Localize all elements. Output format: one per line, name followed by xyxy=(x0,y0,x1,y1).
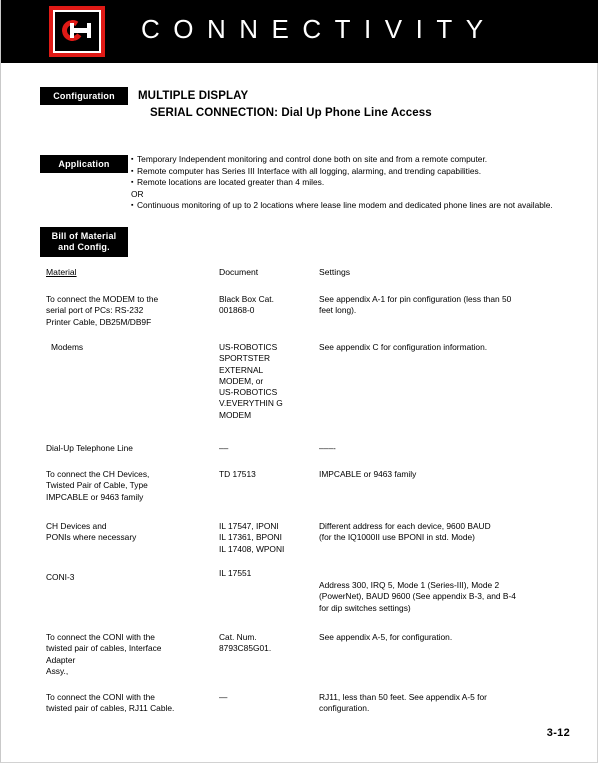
application-bullet: Remote locations are located greater tha… xyxy=(131,177,581,189)
configuration-title-line1: MULTIPLE DISPLAY xyxy=(138,90,249,102)
table-row: See appendix C for configuration informa… xyxy=(319,342,488,352)
table-row: CONI-3 xyxy=(46,572,75,582)
logo-inner-frame xyxy=(53,10,101,53)
application-bullet: Remote computer has Series III Interface… xyxy=(131,166,581,178)
table-row: To connect the MODEM to the serial port … xyxy=(46,294,159,327)
brand-title: CONNECTIVITY xyxy=(141,14,497,44)
application-bullet: Temporary Independent monitoring and con… xyxy=(131,154,581,166)
table-row: See appendix A-5, for configuration. xyxy=(319,632,453,642)
table-row: RJ11, less than 50 feet. See appendix A-… xyxy=(319,692,487,714)
table-row: US-ROBOTICS SPORTSTER EXTERNAL MODEM, or… xyxy=(219,342,283,420)
table-row: –––- xyxy=(319,443,336,453)
cutler-hammer-logo xyxy=(49,6,105,57)
section-tag-application: Application xyxy=(40,155,128,173)
table-row: To connect the CONI with the twisted pai… xyxy=(46,632,162,676)
table-row: Modems xyxy=(51,342,84,352)
table-row: Address 300, IRQ 5, Mode 1 (Series-III),… xyxy=(319,580,516,613)
table-row: Cat. Num. 8793C85G01. xyxy=(219,632,272,654)
column-header-material: Material xyxy=(46,267,77,277)
page-number: 3-12 xyxy=(546,727,570,739)
column-header-document: Document xyxy=(219,267,259,277)
table-row: To connect the CONI with the twisted pai… xyxy=(46,692,175,714)
application-bullet: Continuous monitoring of up to 2 locatio… xyxy=(131,200,581,212)
column-header-settings: Settings xyxy=(319,267,351,277)
logo-h-right-stem xyxy=(87,23,91,38)
table-row: See appendix A-1 for pin configuration (… xyxy=(319,294,512,316)
table-row: Different address for each device, 9600 … xyxy=(319,521,491,543)
configuration-heading: MULTIPLE DISPLAY SERIAL CONNECTION: Dial… xyxy=(138,88,432,122)
table-row: CH Devices and PONIs where necessary xyxy=(46,521,137,543)
application-body: Temporary Independent monitoring and con… xyxy=(131,154,581,212)
section-tag-bill-of-material: Bill of Material and Config. xyxy=(40,227,128,257)
bom-tag-line1: Bill of Material xyxy=(51,231,117,241)
table-row: –– xyxy=(219,443,229,453)
table-row: IMPCABLE or 9463 family xyxy=(319,469,417,479)
table-row: IL 17551 xyxy=(219,568,252,578)
configuration-title-line2: SERIAL CONNECTION: Dial Up Phone Line Ac… xyxy=(150,107,432,119)
application-separator: OR xyxy=(131,188,144,199)
table-row: Black Box Cat. 001868-0 xyxy=(219,294,274,316)
document-page: CONNECTIVITY Configuration MULTIPLE DISP… xyxy=(0,0,598,763)
table-row: IL 17547, IPONI IL 17361, BPONI IL 17408… xyxy=(219,521,285,554)
table-row: To connect the CH Devices, Twisted Pair … xyxy=(46,469,150,502)
table-row: Dial-Up Telephone Line xyxy=(46,443,133,453)
table-row: TD 17513 xyxy=(219,469,256,479)
section-tag-configuration: Configuration xyxy=(40,87,128,105)
page-header-band: CONNECTIVITY xyxy=(1,0,598,63)
bom-tag-line2: and Config. xyxy=(58,242,110,253)
table-row: — xyxy=(219,692,228,702)
